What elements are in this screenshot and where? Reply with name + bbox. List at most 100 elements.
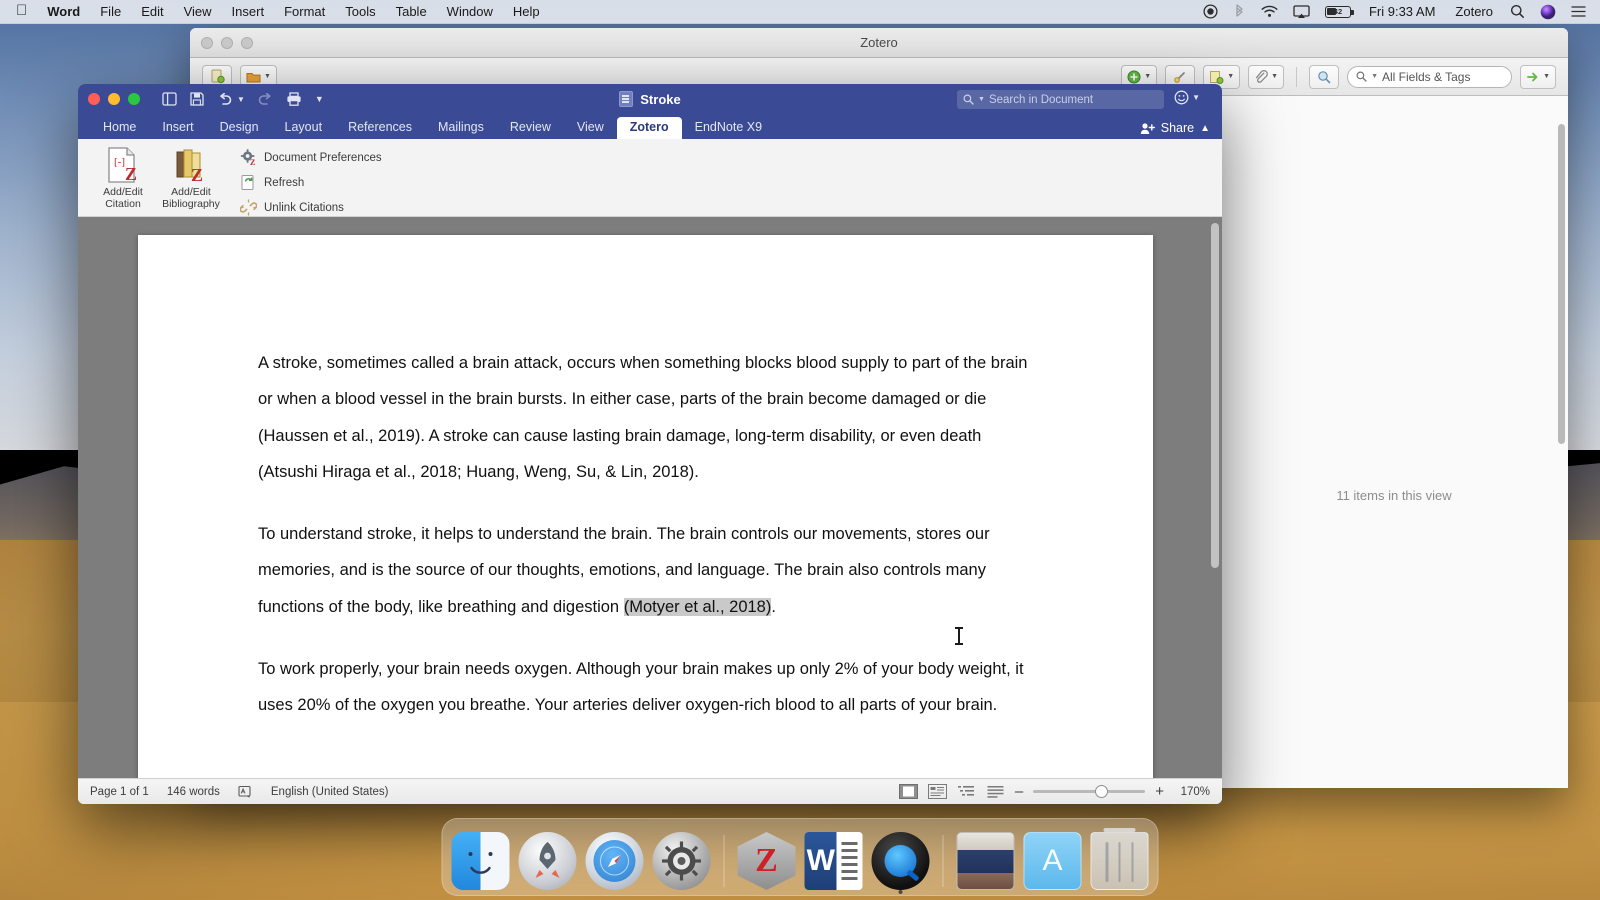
add-edit-bibliography-icon: Z (174, 147, 208, 183)
dock-item-zotero[interactable]: Z (737, 832, 796, 890)
dock-item-finder[interactable] (451, 832, 510, 890)
document-vertical-scrollbar[interactable] (1211, 223, 1219, 568)
screen-record-icon[interactable] (1197, 1, 1224, 23)
menu-item-help[interactable]: Help (503, 4, 550, 19)
document-text[interactable]: A stroke, sometimes called a brain attac… (138, 235, 1153, 724)
sync-icon[interactable]: ▼ (1520, 64, 1556, 89)
unlink-citations-button[interactable]: Unlink Citations (240, 199, 382, 216)
siri-icon[interactable] (1534, 1, 1562, 23)
zotero-empty-message: 11 items in this view (1336, 488, 1452, 503)
zoom-slider[interactable] (1033, 785, 1146, 798)
share-button[interactable]: Share ▲ (1140, 121, 1210, 135)
tab-references[interactable]: References (335, 120, 425, 139)
dock-item-applications-folder[interactable]: A (1023, 832, 1082, 890)
paragraph-3-text: To work properly, your brain needs oxyge… (258, 660, 1024, 715)
dock-item-launchpad[interactable] (518, 832, 577, 890)
dock-item-quicktime-player[interactable] (871, 832, 930, 894)
svg-text:Z: Z (250, 158, 255, 166)
tab-home[interactable]: Home (90, 120, 149, 139)
word-document-area[interactable]: A stroke, sometimes called a brain attac… (78, 217, 1222, 778)
word-window[interactable]: ▼ ▼ Stroke ▼ Search in Document ▼ Home I… (78, 84, 1222, 804)
word-page[interactable]: A stroke, sometimes called a brain attac… (138, 235, 1153, 778)
word-window-controls[interactable] (88, 93, 140, 105)
smiley-feedback-icon[interactable]: ▼ (1174, 90, 1200, 105)
dock-item-microsoft-word[interactable]: W (804, 832, 863, 890)
menu-item-view[interactable]: View (174, 4, 222, 19)
zoom-in-button[interactable]: + (1155, 784, 1164, 799)
menu-item-window[interactable]: Window (437, 4, 503, 19)
word-search-placeholder: Search in Document (988, 93, 1094, 106)
apple-logo-icon[interactable]:  (8, 3, 37, 20)
dock-item-safari[interactable] (585, 832, 644, 890)
zotero-scrollbar[interactable] (1558, 124, 1565, 444)
menu-item-word[interactable]: Word (37, 4, 90, 19)
print-layout-view-icon[interactable] (898, 784, 918, 799)
menu-item-tools[interactable]: Tools (335, 4, 385, 19)
word-document-icon (619, 91, 634, 107)
word-minimize-button[interactable] (108, 93, 120, 105)
dock-item-trash[interactable] (1090, 828, 1149, 890)
menu-bar-clock[interactable]: Fri 9:33 AM (1360, 4, 1444, 19)
customize-toolbar-icon[interactable]: ▼ (315, 94, 324, 104)
proofing-errors-icon[interactable] (238, 785, 253, 798)
word-maximize-button[interactable] (128, 93, 140, 105)
tab-insert[interactable]: Insert (149, 120, 206, 139)
running-indicator (898, 890, 903, 894)
tab-layout[interactable]: Layout (272, 120, 336, 139)
document-preferences-button[interactable]: Z Document Preferences (240, 149, 382, 166)
zotero-citation-field[interactable]: (Motyer et al., 2018) (623, 597, 772, 616)
battery-icon[interactable]: 42 (1319, 1, 1357, 23)
menu-item-edit[interactable]: Edit (131, 4, 173, 19)
web-layout-view-icon[interactable] (927, 784, 947, 799)
add-edit-citation-button[interactable]: [-] Z Add/Edit Citation (94, 145, 152, 210)
tab-endnote-x9[interactable]: EndNote X9 (682, 120, 775, 139)
unlink-citations-label: Unlink Citations (264, 201, 344, 214)
unlink-citations-icon (240, 199, 257, 216)
outline-view-icon[interactable] (957, 784, 976, 799)
airplay-icon[interactable] (1287, 1, 1316, 23)
sidebar-toggle-icon[interactable] (162, 92, 177, 106)
menu-item-file[interactable]: File (90, 4, 131, 19)
tab-mailings[interactable]: Mailings (425, 120, 497, 139)
tab-design[interactable]: Design (207, 120, 272, 139)
undo-icon[interactable] (217, 92, 233, 106)
tab-view[interactable]: View (564, 120, 617, 139)
zotero-window-title: Zotero (860, 35, 898, 50)
add-edit-citation-label: Add/Edit Citation (103, 186, 143, 211)
page-count-label[interactable]: Page 1 of 1 (90, 786, 149, 798)
word-search-input[interactable]: ▼ Search in Document (957, 90, 1164, 109)
dock-item-documents-stack[interactable] (956, 832, 1015, 890)
zoom-out-button[interactable]: – (1015, 784, 1023, 799)
menu-item-table[interactable]: Table (386, 4, 437, 19)
spotlight-search-icon[interactable] (1504, 1, 1531, 23)
menu-bar-app-name[interactable]: Zotero (1447, 4, 1501, 19)
bluetooth-icon[interactable] (1227, 1, 1252, 23)
document-paragraph-2: To understand stroke, it helps to unders… (258, 516, 1033, 625)
language-label[interactable]: English (United States) (271, 786, 389, 798)
refresh-button[interactable]: Refresh (240, 174, 382, 191)
menu-item-format[interactable]: Format (274, 4, 335, 19)
advanced-search-icon[interactable] (1309, 64, 1340, 89)
svg-text:Z: Z (125, 164, 137, 183)
dock-item-system-preferences[interactable] (652, 832, 711, 890)
print-icon[interactable] (286, 92, 302, 106)
zotero-right-pane[interactable]: 11 items in this view (1220, 96, 1568, 788)
word-close-button[interactable] (88, 93, 100, 105)
menu-item-insert[interactable]: Insert (222, 4, 275, 19)
tab-review[interactable]: Review (497, 120, 564, 139)
add-attachment-icon[interactable]: ▼ (1248, 64, 1285, 89)
zoom-slider-handle[interactable] (1095, 785, 1109, 798)
chevron-up-icon[interactable]: ▲ (1200, 123, 1210, 134)
wifi-icon[interactable] (1255, 1, 1284, 23)
word-count-label[interactable]: 146 words (167, 786, 220, 798)
zotero-search-input[interactable]: ▼ All Fields & Tags (1347, 65, 1513, 88)
share-label: Share (1160, 121, 1195, 135)
tab-zotero[interactable]: Zotero (616, 117, 682, 139)
undo-dropdown-icon[interactable]: ▼ (237, 95, 245, 104)
redo-icon[interactable] (258, 92, 273, 106)
zoom-level-label[interactable]: 170% (1174, 786, 1210, 798)
add-edit-bibliography-button[interactable]: Z Add/Edit Bibliography (156, 145, 226, 210)
draft-view-icon[interactable] (986, 784, 1005, 799)
save-icon[interactable] (190, 92, 204, 106)
control-center-icon[interactable] (1565, 1, 1592, 23)
